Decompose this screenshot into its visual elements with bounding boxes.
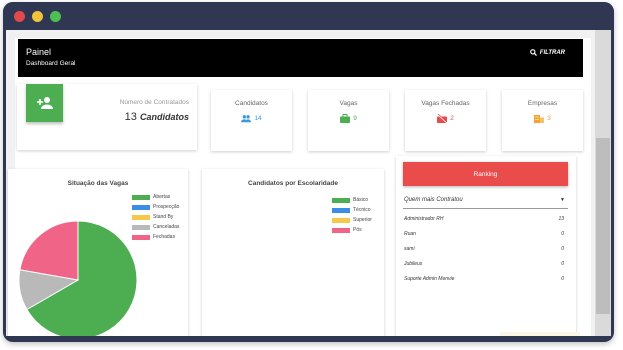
- ranking-select[interactable]: Quem mais Contratou ▼: [403, 194, 568, 209]
- ranking-card: Ranking Quem mais Contratou ▼ Administra…: [396, 156, 576, 336]
- browser-window: Painel Dashboard Geral FILTRAR Número de…: [3, 2, 614, 342]
- filter-button[interactable]: FILTRAR: [529, 49, 565, 56]
- legend-swatch: [332, 207, 350, 213]
- people-icon: [241, 115, 252, 123]
- chart-legend: Básico Técnico Superior Pós: [332, 195, 372, 235]
- ranking-row: Jubileus 0: [404, 261, 564, 267]
- legend-swatch: [332, 227, 350, 233]
- content-area: Painel Dashboard Geral FILTRAR Número de…: [6, 30, 611, 336]
- contracted-label: Número de Contratados: [119, 99, 189, 106]
- stat-label: Empresas: [527, 100, 558, 107]
- scrollbar-thumb[interactable]: [596, 138, 610, 314]
- page-subtitle: Dashboard Geral: [26, 60, 76, 67]
- stat-value: 9: [308, 114, 389, 123]
- legend-swatch: [132, 194, 150, 200]
- legend-item: Canceladas: [132, 222, 179, 232]
- stat-card-vagas[interactable]: Vagas 9: [308, 90, 389, 151]
- stat-label: Vagas Fechadas: [421, 100, 470, 107]
- close-dot[interactable]: [14, 11, 25, 22]
- stat-value: 3: [502, 114, 583, 123]
- stat-label: Vagas: [339, 100, 358, 107]
- legend-swatch: [132, 214, 150, 220]
- contracted-unit: Candidatos: [139, 112, 189, 122]
- contracted-card: Número de Contratados 13 Candidatos: [17, 84, 197, 150]
- ranking-row: Suporte Admin Menvie 0: [404, 276, 564, 282]
- ranking-button[interactable]: Ranking: [403, 162, 568, 186]
- briefcase-icon: [340, 114, 351, 123]
- legend-item: Superior: [332, 215, 372, 225]
- stat-value: 14: [211, 114, 292, 123]
- contracted-number: 13: [124, 111, 137, 123]
- maximize-dot[interactable]: [50, 11, 61, 22]
- legend-item: Fechadas: [132, 232, 179, 242]
- stat-value: 2: [405, 114, 486, 123]
- chart-title: Candidatos por Escolaridade: [248, 180, 338, 187]
- legend-swatch: [132, 234, 150, 240]
- legend-swatch: [132, 224, 150, 230]
- legend-item: Técnico: [332, 205, 372, 215]
- minimize-dot[interactable]: [32, 11, 43, 22]
- ranking-select-value: Quem mais Contratou: [404, 197, 463, 203]
- contracted-value: 13 Candidatos: [125, 111, 189, 123]
- legend-swatch: [132, 204, 150, 210]
- stat-card-vagas-fechadas[interactable]: Vagas Fechadas 2: [405, 90, 486, 151]
- building-icon: [534, 115, 545, 123]
- page-header: Painel Dashboard Geral FILTRAR: [18, 39, 583, 77]
- legend-item: Prospecção: [132, 202, 179, 212]
- pie-slice-fechadas[interactable]: [19, 220, 79, 281]
- contracted-tile: [26, 84, 63, 122]
- legend-swatch: [332, 217, 350, 223]
- stat-label: Candidatos: [235, 100, 268, 107]
- stat-card-candidatos[interactable]: Candidatos 14: [211, 90, 292, 151]
- filter-label: FILTRAR: [539, 49, 565, 56]
- legend-item: Abertas: [132, 192, 179, 202]
- legend-swatch: [332, 197, 350, 203]
- vagas-chart-card: Situação das Vagas Abertas Prospecção St…: [8, 169, 188, 336]
- escolaridade-chart-card: Candidatos por Escolaridade Básico Técni…: [202, 169, 384, 336]
- legend-item: Básico: [332, 195, 372, 205]
- search-icon: [529, 49, 537, 56]
- stat-card-empresas[interactable]: Empresas 3: [502, 90, 583, 151]
- page-title: Painel: [26, 47, 52, 57]
- ranking-row: Ruan 0: [404, 231, 564, 237]
- bottom-hint: [500, 332, 580, 336]
- chart-legend: Abertas Prospecção Stand By Canceladas F…: [132, 192, 179, 242]
- add-person-icon: [36, 97, 53, 109]
- title-bar: [3, 2, 614, 30]
- ranking-row: Administrador RH 13: [404, 216, 564, 222]
- dropdown-arrow-icon: ▼: [560, 197, 565, 203]
- legend-item: Stand By: [132, 212, 179, 222]
- scrollbar-track[interactable]: [595, 30, 611, 336]
- legend-item: Pós: [332, 225, 372, 235]
- briefcase-off-icon: [437, 114, 448, 123]
- ranking-row: sami 0: [404, 246, 564, 252]
